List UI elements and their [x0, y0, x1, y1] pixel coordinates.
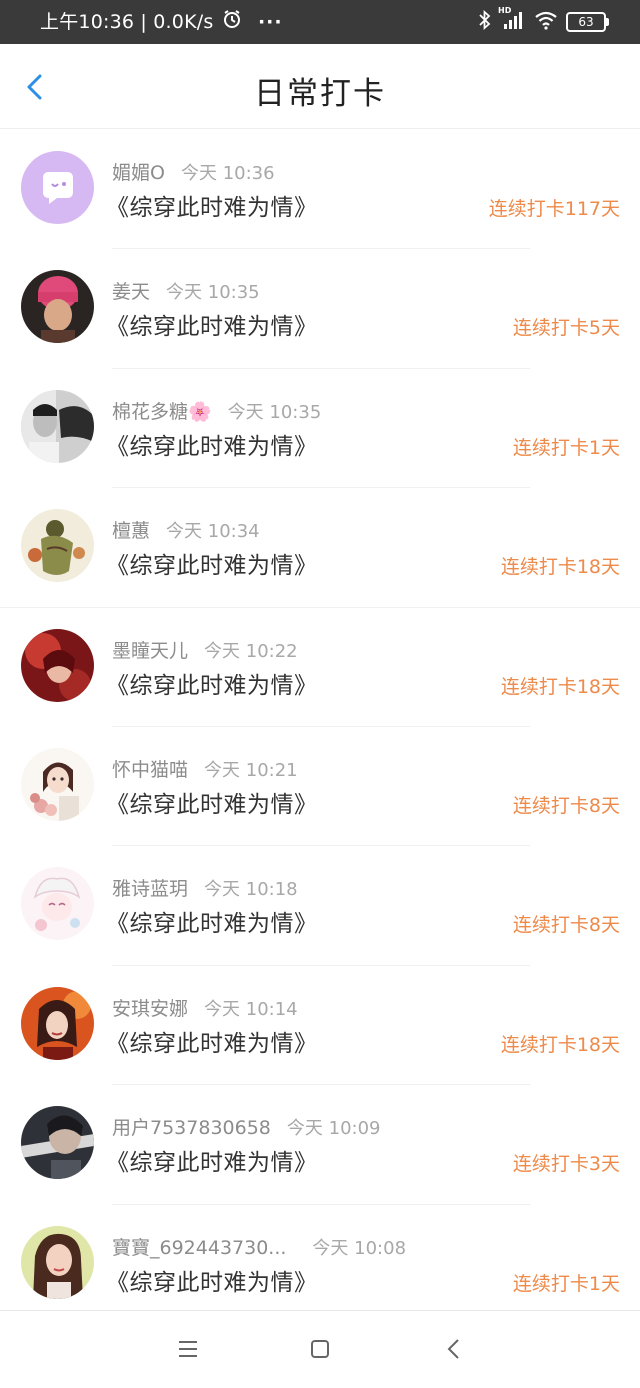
- streak-label: 连续打卡117天: [488, 198, 620, 220]
- avatar[interactable]: [21, 1106, 94, 1180]
- book-title: 《综穿此时难为情》: [106, 195, 318, 221]
- status-left: 上午10:36 | 0.0K/s ···: [40, 0, 283, 44]
- avatar[interactable]: [21, 628, 94, 702]
- home-button[interactable]: [306, 1335, 334, 1363]
- user-name: 雅诗蓝玥: [112, 878, 189, 901]
- streak-label: 连续打卡18天: [500, 556, 620, 579]
- list-item[interactable]: 媚媚O 今天 10:36 《综穿此时难为情》 连续打卡117天: [0, 130, 640, 250]
- avatar[interactable]: [21, 986, 94, 1060]
- user-name: 檀蕙: [112, 520, 151, 543]
- avatar[interactable]: [21, 1225, 94, 1299]
- network-speed: 0.0K/s: [153, 11, 214, 33]
- checkin-time: 今天 10:34: [166, 521, 260, 543]
- book-title: 《综穿此时难为情》: [106, 553, 318, 580]
- status-bar: 上午10:36 | 0.0K/s ··· HD 63: [0, 0, 640, 44]
- user-name: 墨瞳天儿: [112, 639, 189, 662]
- book-title: 《综穿此时难为情》: [106, 1030, 318, 1057]
- checkin-time: 今天 10:35: [166, 282, 260, 304]
- more-notifications: ···: [257, 11, 283, 33]
- book-title: 《综穿此时难为情》: [106, 1150, 318, 1177]
- avatar[interactable]: [21, 509, 94, 583]
- list-item[interactable]: 寶寶_692443730... 今天 10:08 《综穿此时难为情》 连续打卡1天: [0, 1205, 640, 1324]
- list-item[interactable]: 怀中猫喵 今天 10:21 《综穿此时难为情》 连续打卡8天: [0, 727, 640, 847]
- avatar[interactable]: [21, 270, 94, 344]
- menu-icon: [179, 1341, 197, 1357]
- avatar[interactable]: [21, 867, 94, 941]
- user-name: 媚媚O: [112, 162, 165, 184]
- avatar[interactable]: [21, 747, 94, 821]
- book-title: 《综穿此时难为情》: [106, 314, 318, 341]
- streak-label: 连续打卡8天: [512, 914, 620, 937]
- list-item[interactable]: 墨瞳天儿 今天 10:22 《综穿此时难为情》 连续打卡18天: [0, 608, 640, 727]
- checkin-time: 今天 10:22: [204, 640, 298, 662]
- streak-label: 连续打卡5天: [512, 317, 620, 340]
- bluetooth-icon: [478, 9, 492, 34]
- page-header: [0, 44, 640, 129]
- checkin-time: 今天 10:09: [286, 1118, 381, 1140]
- home-icon: [311, 1340, 329, 1358]
- book-title: 《综穿此时难为情》: [106, 433, 318, 460]
- checkin-time: 今天 10:35: [227, 401, 322, 423]
- book-title: 《综穿此时难为情》: [106, 791, 318, 818]
- streak-label: 连续打卡3天: [512, 1153, 620, 1176]
- book-title: 《综穿此时难为情》: [106, 911, 318, 938]
- back-icon: [447, 1339, 459, 1359]
- battery-indicator: 63: [566, 12, 609, 32]
- user-name: 棉花多糖🌸: [112, 400, 212, 423]
- checkin-time: 今天 10:18: [204, 879, 298, 901]
- list-item[interactable]: 安琪安娜 今天 10:14 《综穿此时难为情》 连续打卡18天: [0, 966, 640, 1086]
- menu-button[interactable]: [174, 1335, 202, 1363]
- list-item[interactable]: 棉花多糖🌸 今天 10:35 《综穿此时难为情》 连续打卡1天: [0, 369, 640, 489]
- nav-back-button[interactable]: [440, 1335, 468, 1363]
- checkin-time: 今天 10:21: [204, 759, 298, 781]
- back-button[interactable]: [14, 64, 58, 108]
- checkin-list: 媚媚O 今天 10:36 《综穿此时难为情》 连续打卡117天 姜天 今天 10:3…: [0, 130, 640, 1324]
- book-title: 《综穿此时难为情》: [106, 1269, 318, 1296]
- chevron-left-icon: [27, 74, 42, 100]
- signal-icon: HD: [498, 6, 526, 34]
- checkin-time: 今天 10:14: [204, 998, 298, 1020]
- status-time: 上午10:36: [40, 11, 135, 33]
- list-item[interactable]: 雅诗蓝玥 今天 10:18 《综穿此时难为情》 连续打卡8天: [0, 846, 640, 966]
- user-name: 姜天: [112, 281, 151, 304]
- checkin-time: 今天 10:08: [312, 1237, 407, 1259]
- streak-label: 连续打卡1天: [512, 1272, 620, 1295]
- system-nav-bar: [0, 1310, 640, 1388]
- checkin-time: 今天 10:36: [180, 163, 275, 184]
- user-name: 用户7537830658: [112, 1117, 271, 1140]
- streak-label: 连续打卡1天: [512, 436, 620, 459]
- list-item[interactable]: 姜天 今天 10:35 《综穿此时难为情》 连续打卡5天: [0, 249, 640, 369]
- list-item[interactable]: 檀蕙 今天 10:34 《综穿此时难为情》 连续打卡18天: [0, 488, 640, 608]
- streak-label: 连续打卡8天: [512, 794, 620, 817]
- user-name: 怀中猫喵: [112, 758, 189, 781]
- avatar[interactable]: [21, 389, 94, 463]
- book-title: 《综穿此时难为情》: [106, 672, 318, 699]
- streak-label: 连续打卡18天: [500, 675, 620, 698]
- user-name: 寶寶_692443730...: [112, 1236, 287, 1259]
- avatar[interactable]: [21, 151, 94, 224]
- streak-label: 连续打卡18天: [500, 1033, 620, 1056]
- list-item[interactable]: 用户7537830658 今天 10:09 《综穿此时难为情》 连续打卡3天: [0, 1085, 640, 1205]
- status-right: HD 63: [478, 6, 609, 34]
- wifi-icon: [534, 10, 558, 34]
- alarm-icon: [222, 1, 242, 45]
- user-name: 安琪安娜: [112, 997, 189, 1020]
